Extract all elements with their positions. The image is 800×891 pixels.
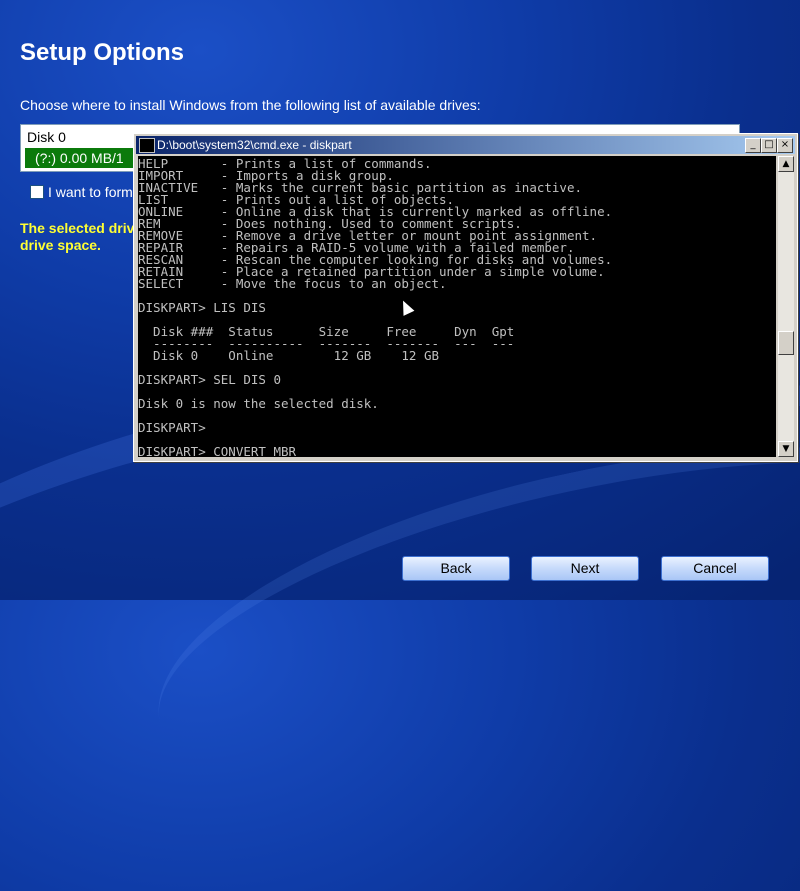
format-option[interactable]: I want to form <box>30 184 133 200</box>
cmd-output: HELP - Prints a list of commands. IMPORT … <box>138 157 612 457</box>
cmd-console[interactable]: HELP - Prints a list of commands. IMPORT … <box>138 156 776 457</box>
cmd-line: DISKPART> SEL DIS 0 <box>138 372 281 387</box>
close-icon[interactable]: × <box>777 138 793 153</box>
cancel-button[interactable]: Cancel <box>661 556 769 581</box>
back-button[interactable]: Back <box>402 556 510 581</box>
cmd-icon <box>139 138 155 153</box>
drive-list-header: Disk 0 <box>27 129 66 145</box>
cmd-line: DISKPART> <box>138 420 206 435</box>
cmd-line: Disk 0 is now the selected disk. <box>138 396 379 411</box>
page-subtitle: Choose where to install Windows from the… <box>20 97 481 113</box>
scroll-thumb[interactable] <box>778 331 794 355</box>
format-checkbox-label: I want to form <box>48 184 133 200</box>
cmd-line: DISKPART> CONVERT MBR <box>138 444 297 457</box>
next-button[interactable]: Next <box>531 556 639 581</box>
cmd-scrollbar[interactable]: ▲ ▼ <box>778 156 794 457</box>
cmd-window-title: D:\boot\system32\cmd.exe - diskpart <box>157 138 352 152</box>
format-checkbox[interactable] <box>30 185 44 199</box>
cmd-line: DISKPART> LIS DIS <box>138 300 266 315</box>
cmd-line <box>138 410 612 422</box>
cmd-line: SELECT - Move the focus to an object. <box>138 276 447 291</box>
page-title: Setup Options <box>20 39 184 66</box>
scroll-down-icon[interactable]: ▼ <box>778 441 794 457</box>
cmd-titlebar[interactable]: D:\boot\system32\cmd.exe - diskpart _ □ … <box>136 136 795 154</box>
cmd-line: Disk 0 Online 12 GB 12 GB <box>138 348 440 363</box>
maximize-icon[interactable]: □ <box>761 138 777 153</box>
scroll-up-icon[interactable]: ▲ <box>778 156 794 172</box>
cmd-window[interactable]: D:\boot\system32\cmd.exe - diskpart _ □ … <box>133 133 798 462</box>
minimize-icon[interactable]: _ <box>745 138 761 153</box>
